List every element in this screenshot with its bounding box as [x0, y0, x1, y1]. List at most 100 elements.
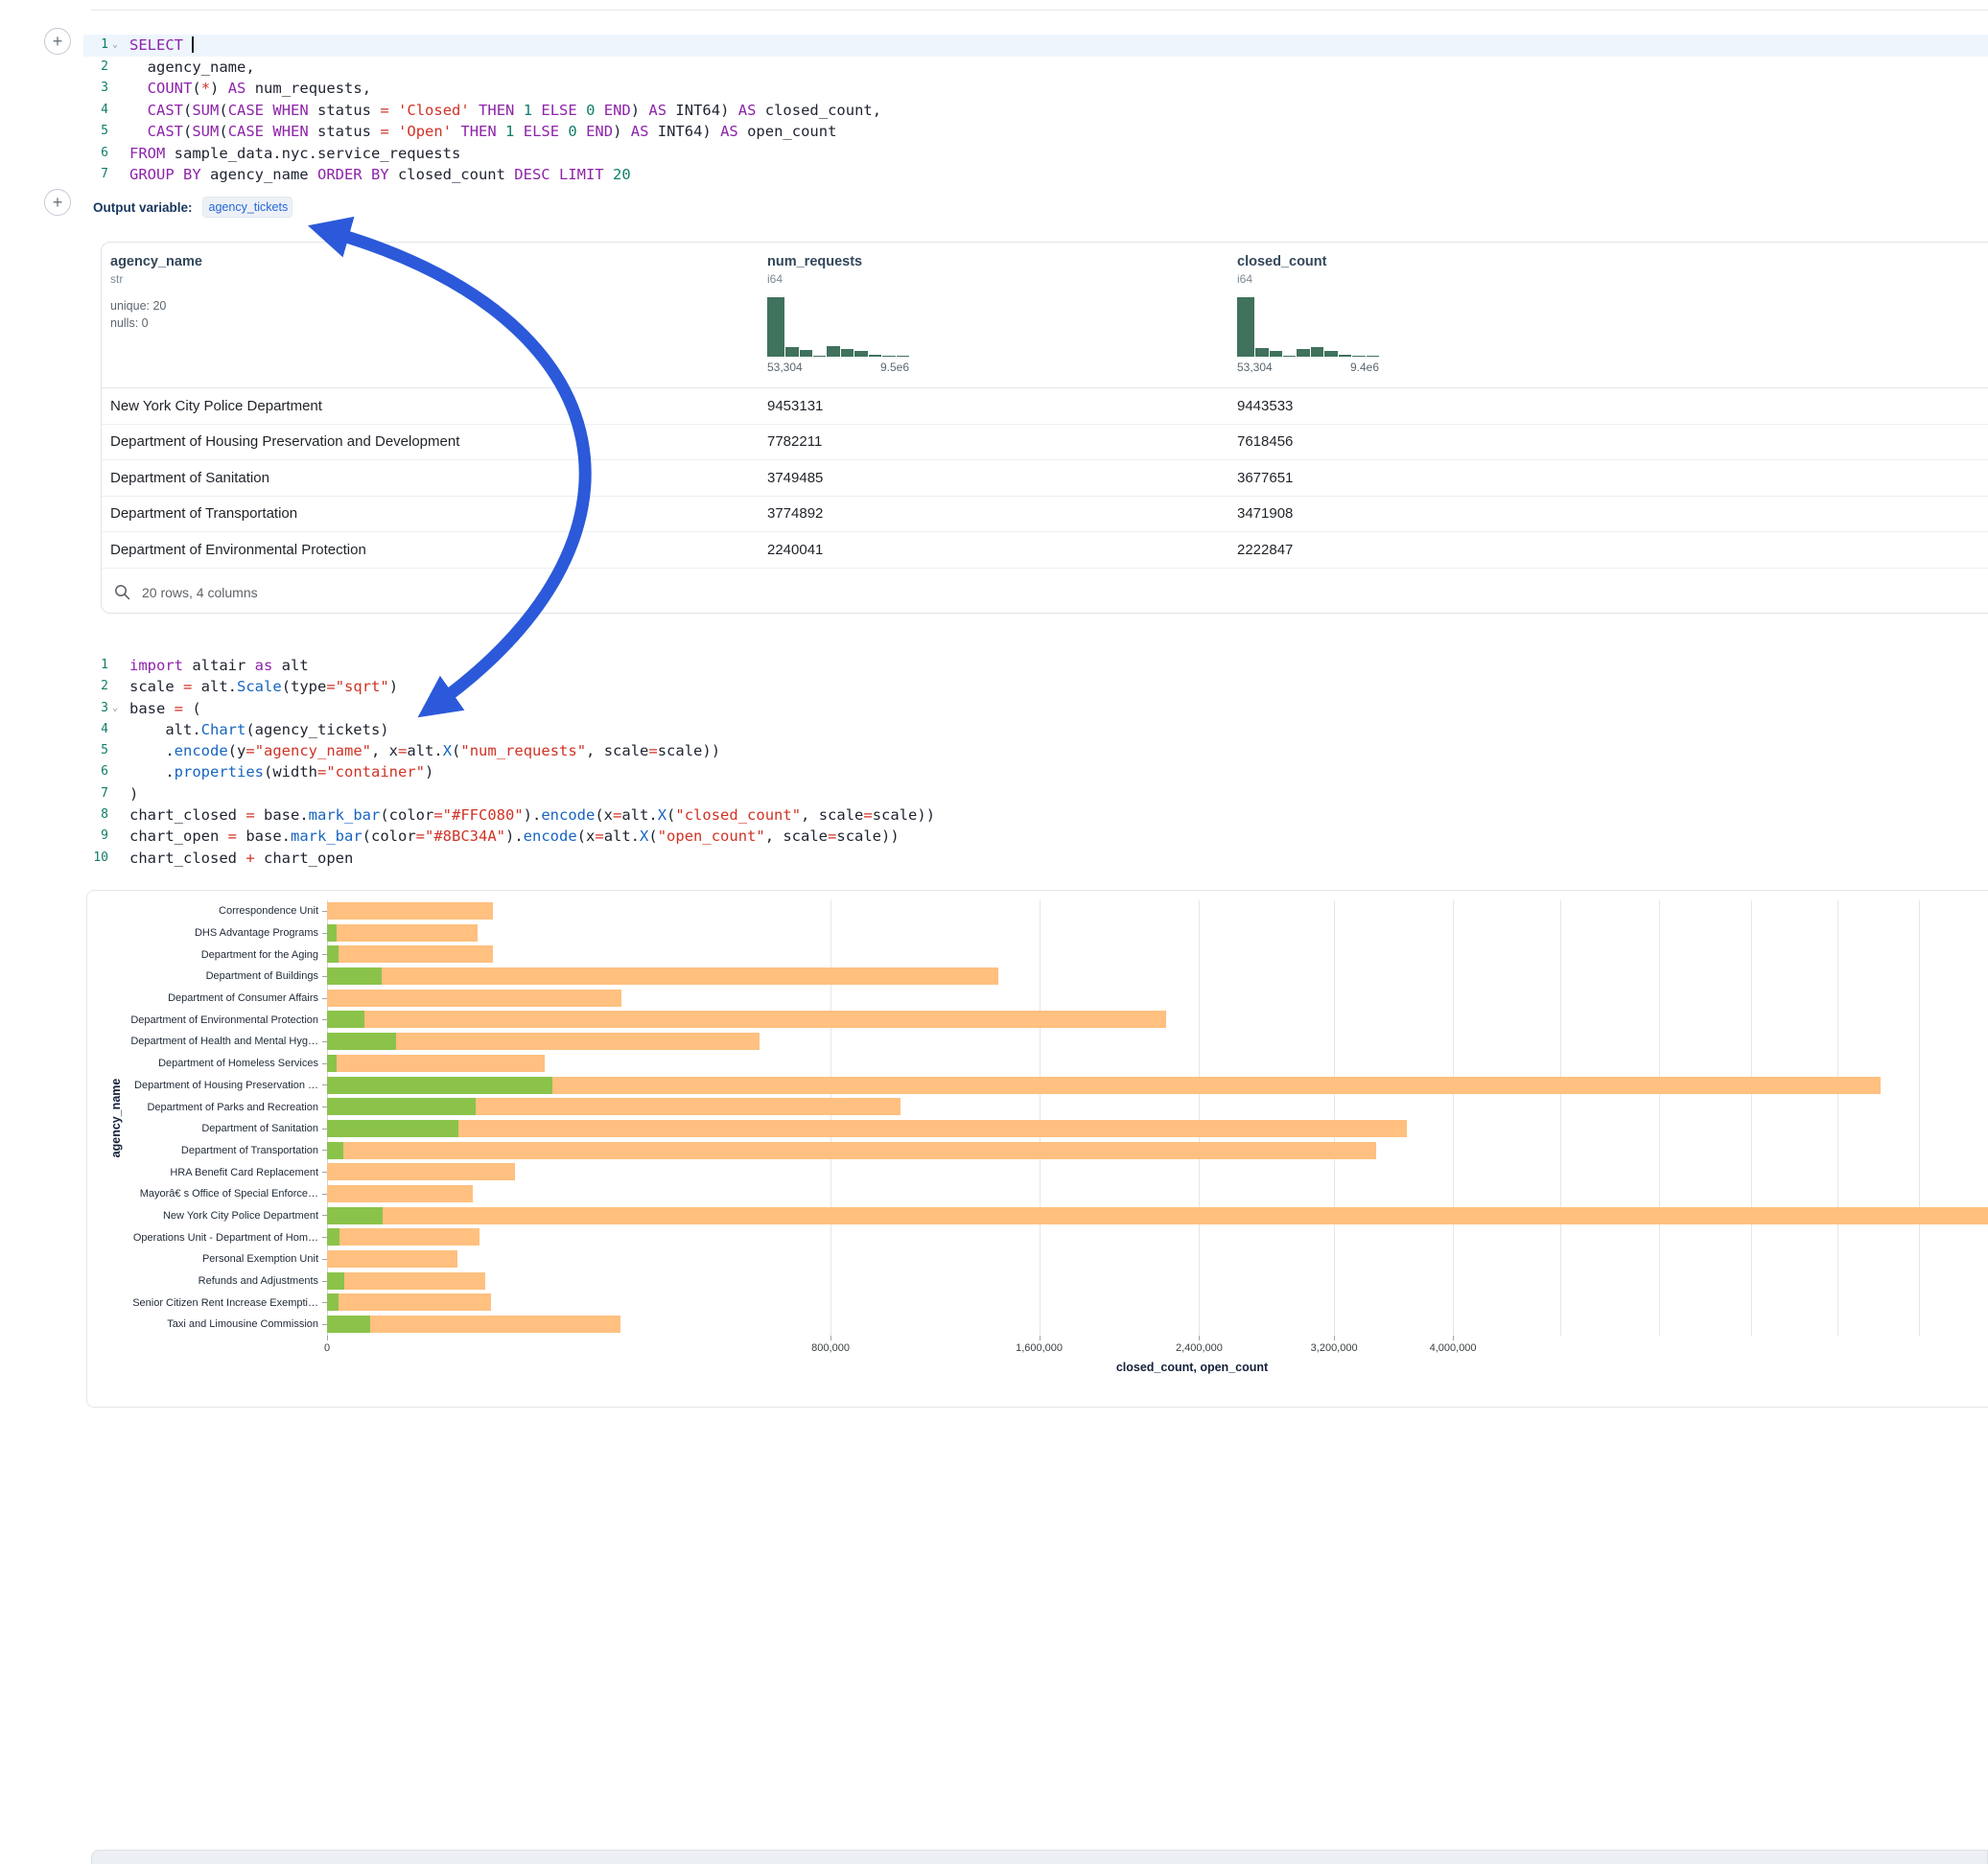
- bar-closed_count: [327, 1163, 515, 1180]
- code-line[interactable]: 8chart_closed = base.mark_bar(color="#FF…: [83, 804, 1988, 826]
- bar-open_count: [327, 967, 382, 985]
- table-row: New York City Police Department945313194…: [102, 388, 1988, 424]
- y-axis-label-row: Department of Consumer Affairs: [87, 988, 327, 1010]
- python-cell[interactable]: 1import altair as alt2scale = alt.Scale(…: [83, 655, 1988, 869]
- bar-open_count: [327, 1316, 370, 1333]
- cell-agency-name: Department of Housing Preservation and D…: [102, 424, 759, 460]
- histogram-range: 53,304 9.5e6: [767, 361, 909, 374]
- code-line[interactable]: 7GROUP BY agency_name ORDER BY closed_co…: [83, 164, 1988, 186]
- category-label: HRA Benefit Card Replacement: [170, 1167, 318, 1178]
- column-histogram: [767, 297, 909, 357]
- code-line[interactable]: 6FROM sample_data.nyc.service_requests: [83, 143, 1988, 165]
- code-line[interactable]: 3 COUNT(*) AS num_requests,: [83, 78, 1988, 100]
- x-axis-title: closed_count, open_count: [327, 1361, 1988, 1374]
- line-number: 6: [83, 143, 122, 165]
- code-line[interactable]: 2scale = alt.Scale(type="sqrt"): [83, 676, 1988, 697]
- histogram-bar: [882, 356, 895, 357]
- column-type: i64: [767, 272, 1228, 286]
- table-row: Department of Sanitation37494853677651: [102, 460, 1988, 497]
- cell-value: 2222847: [1228, 532, 1988, 569]
- histogram-bar: [1367, 356, 1379, 357]
- bar-closed_count: [327, 1250, 457, 1268]
- y-axis-label-row: Operations Unit - Department of Hom…: [87, 1226, 327, 1248]
- category-label: Department of Buildings: [206, 970, 318, 982]
- fold-chevron-icon[interactable]: ⌄: [108, 35, 122, 57]
- chart-row: [327, 900, 1988, 922]
- cell-value: 3677651: [1228, 460, 1988, 497]
- histogram-bar: [1255, 348, 1268, 357]
- bar-open_count: [327, 1272, 344, 1290]
- category-label: Department of Consumer Affairs: [168, 992, 318, 1004]
- column-header-agency-name[interactable]: agency_name str unique: 20 nulls: 0: [102, 254, 759, 387]
- sql-editor[interactable]: 1⌄SELECT 2 agency_name,3 COUNT(*) AS num…: [83, 35, 1988, 186]
- cell-value: 9453131: [759, 388, 1228, 424]
- column-header-num-requests[interactable]: num_requests i64 53,304 9.5e6: [759, 254, 1228, 387]
- fold-chevron-icon[interactable]: ⌄: [108, 698, 122, 719]
- cell-value: 2240041: [759, 532, 1228, 569]
- code-text: chart_closed + chart_open: [122, 848, 353, 869]
- table-header: agency_name str unique: 20 nulls: 0 num_…: [102, 243, 1988, 388]
- code-text: CAST(SUM(CASE WHEN status = 'Closed' THE…: [122, 100, 881, 122]
- code-text: ): [122, 783, 138, 804]
- column-histogram: [1237, 297, 1379, 357]
- sql-cell[interactable]: 1⌄SELECT 2 agency_name,3 COUNT(*) AS num…: [83, 35, 1988, 186]
- add-cell-button-top[interactable]: +: [44, 28, 71, 55]
- code-line[interactable]: 3⌄base = (: [83, 698, 1988, 719]
- bar-open_count: [327, 1055, 337, 1072]
- python-editor[interactable]: 1import altair as alt2scale = alt.Scale(…: [83, 655, 1988, 869]
- y-axis-label-row: Department of Transportation: [87, 1140, 327, 1162]
- text-cursor: [192, 36, 194, 53]
- code-line[interactable]: 10chart_closed + chart_open: [83, 848, 1988, 869]
- code-line[interactable]: 5 CAST(SUM(CASE WHEN status = 'Open' THE…: [83, 121, 1988, 143]
- bar-closed_count: [327, 990, 621, 1007]
- search-icon[interactable]: [114, 584, 130, 600]
- histogram-bar: [827, 346, 839, 357]
- histogram-bar: [800, 350, 812, 357]
- code-line[interactable]: 4 CAST(SUM(CASE WHEN status = 'Closed' T…: [83, 100, 1988, 122]
- bar-closed_count: [327, 1120, 1407, 1137]
- code-line[interactable]: 5 .encode(y="agency_name", x=alt.X("num_…: [83, 740, 1988, 761]
- bar-closed_count: [327, 1272, 485, 1290]
- code-line[interactable]: 1import altair as alt: [83, 655, 1988, 676]
- code-text: CAST(SUM(CASE WHEN status = 'Open' THEN …: [122, 121, 836, 143]
- category-label: DHS Advantage Programs: [195, 927, 318, 939]
- null-count: nulls: 0: [110, 315, 759, 332]
- histogram-max: 9.4e6: [1350, 361, 1379, 374]
- bar-closed_count: [327, 1055, 545, 1072]
- chart-row: [327, 1226, 1988, 1248]
- code-line[interactable]: 7): [83, 783, 1988, 804]
- category-label: Department for the Aging: [201, 949, 318, 961]
- code-text: alt.Chart(agency_tickets): [122, 719, 389, 740]
- code-line[interactable]: 4 alt.Chart(agency_tickets): [83, 719, 1988, 740]
- x-tick-mark: [1040, 1336, 1041, 1340]
- y-axis-label-row: Department of Environmental Protection: [87, 1009, 327, 1031]
- x-tick-label: 1,600,000: [1016, 1342, 1063, 1354]
- bar-closed_count: [327, 1011, 1166, 1028]
- category-label: Refunds and Adjustments: [199, 1275, 318, 1287]
- cell-value: 7618456: [1228, 424, 1988, 460]
- code-text: base = (: [122, 698, 201, 719]
- histogram-bar: [1324, 351, 1337, 357]
- code-line[interactable]: 2 agency_name,: [83, 57, 1988, 79]
- y-axis-label-row: Department for the Aging: [87, 944, 327, 966]
- code-line[interactable]: 6 .properties(width="container"): [83, 761, 1988, 782]
- category-label: Operations Unit - Department of Hom…: [133, 1232, 318, 1244]
- category-label: Correspondence Unit: [219, 905, 318, 917]
- bar-open_count: [327, 1120, 458, 1137]
- y-axis-label-row: Department of Homeless Services: [87, 1053, 327, 1075]
- code-line[interactable]: 1⌄SELECT: [83, 35, 1988, 57]
- bar-closed_count: [327, 902, 493, 920]
- bar-closed_count: [327, 1077, 1881, 1094]
- code-line[interactable]: 9chart_open = base.mark_bar(color="#8BC3…: [83, 826, 1988, 847]
- chart-row: [327, 1009, 1988, 1031]
- add-cell-button-middle[interactable]: +: [44, 189, 71, 216]
- chart-row: [327, 988, 1988, 1010]
- column-header-closed-count[interactable]: closed_count i64 53,304 9.4e6: [1228, 254, 1976, 387]
- x-tick-label: 0: [324, 1342, 330, 1354]
- chart-row: [327, 1161, 1988, 1183]
- y-axis-label-row: Taxi and Limousine Commission: [87, 1314, 327, 1336]
- histogram-min: 53,304: [767, 361, 803, 374]
- histogram-bar: [1237, 297, 1254, 357]
- unique-count: unique: 20: [110, 297, 759, 315]
- output-variable-chip[interactable]: agency_tickets: [202, 197, 292, 218]
